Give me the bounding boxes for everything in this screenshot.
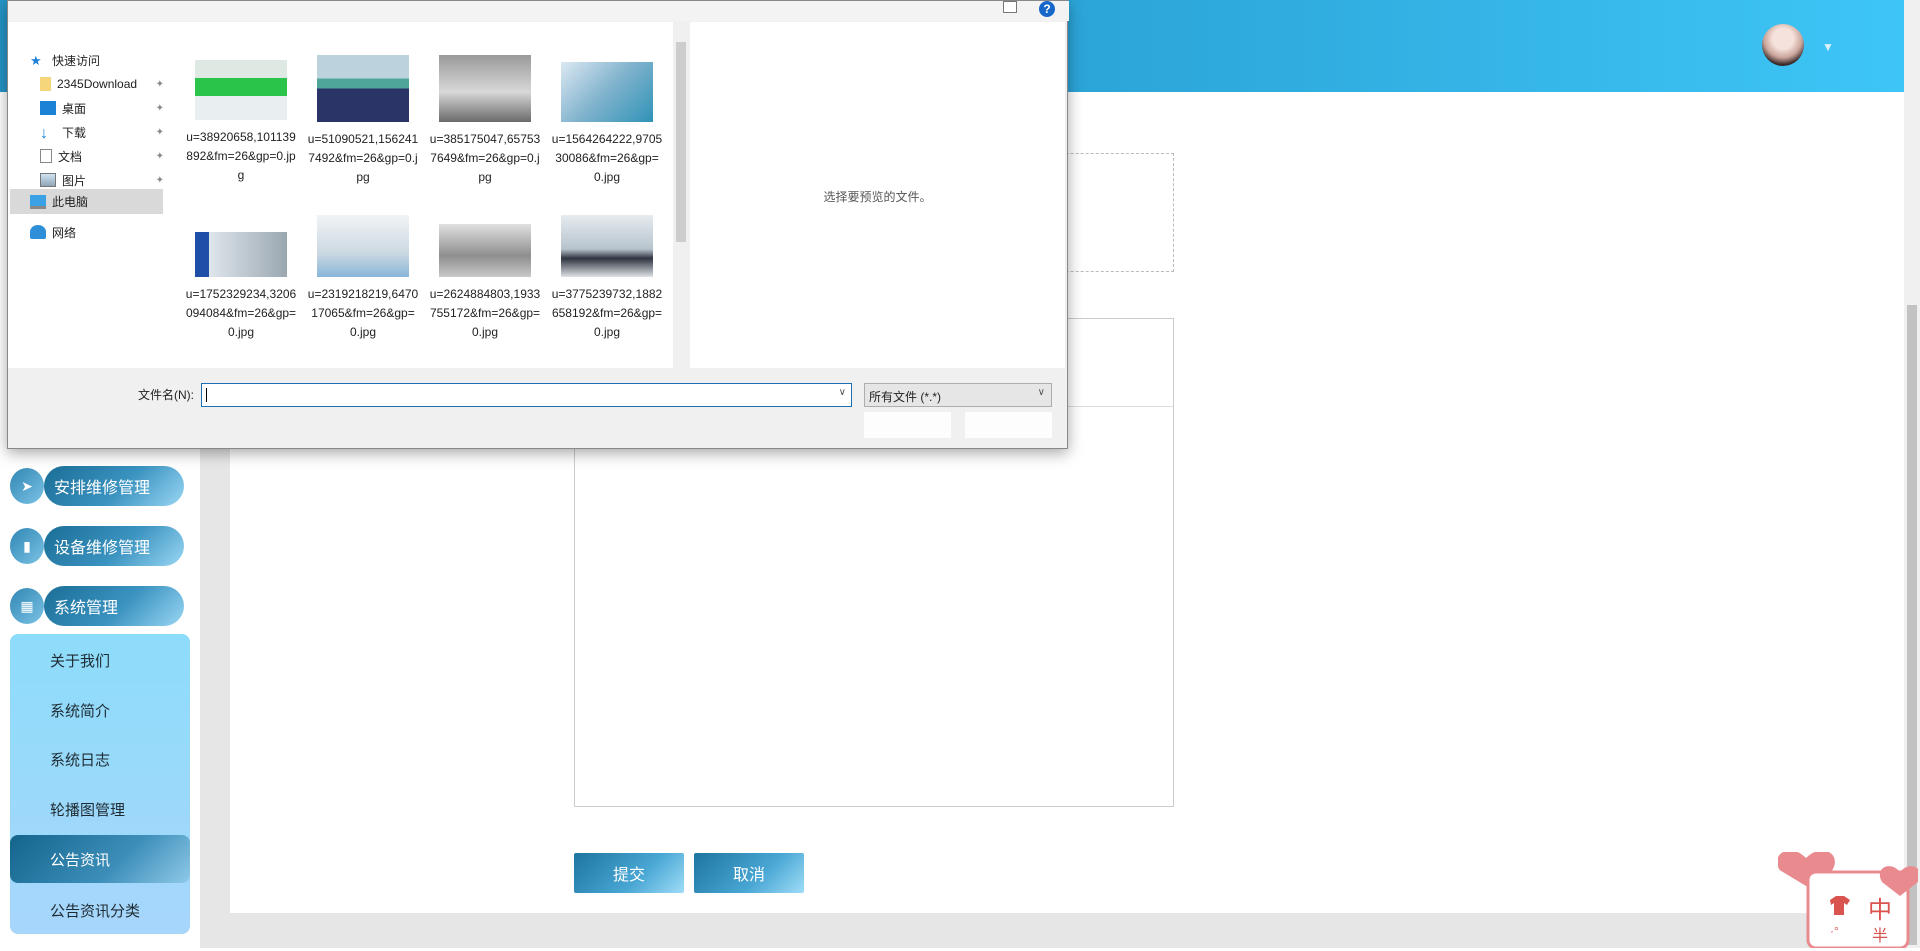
thumbnail — [439, 55, 531, 122]
file-type-select[interactable]: 所有文件 (*.*) ∨ — [864, 383, 1052, 407]
scrollbar-thumb[interactable] — [676, 42, 686, 242]
nav-pictures[interactable]: 图片 ✦ — [40, 169, 170, 191]
submit-button[interactable]: 提交 — [574, 853, 684, 893]
menu-equipment-repair[interactable]: ▮ 设备维修管理 — [10, 526, 185, 566]
file-name: u=1752329234,3206094084&fm=26&gp=0.jpg — [185, 287, 297, 339]
file-name: u=385175047,657537649&fm=26&gp=0.jpg — [429, 132, 541, 184]
dialog-toolbar — [8, 1, 1069, 21]
document-icon — [40, 149, 52, 163]
nav-2345download[interactable]: 2345Download ✦ — [40, 73, 170, 95]
caret-down-icon[interactable]: ▼ — [1822, 40, 1834, 54]
file-item[interactable]: u=3775239732,1882658192&fm=26&gp=0.jpg — [551, 215, 663, 342]
file-item[interactable]: u=38920658,101139892&fm=26&gp=0.jpg — [185, 55, 297, 185]
thumbnail — [561, 62, 653, 122]
nav-label: 快速访问 — [52, 53, 101, 68]
submenu-about[interactable]: 关于我们 — [10, 636, 190, 684]
submenu-announcements[interactable]: 公告资讯 — [10, 835, 190, 883]
scrollbar-thumb[interactable] — [1907, 305, 1917, 945]
thumbnail — [195, 232, 287, 277]
chevron-down-icon[interactable]: ∨ — [839, 387, 846, 398]
submenu-carousel[interactable]: 轮播图管理 — [10, 785, 190, 833]
ime-widget[interactable]: 中 半 ·° — [1777, 850, 1920, 950]
download-icon: ↓ — [40, 125, 48, 142]
system-submenu: 关于我们 系统简介 系统日志 轮播图管理 公告资讯 公告资讯分类 — [10, 634, 190, 934]
file-item[interactable]: u=2319218219,647017065&fm=26&gp=0.jpg — [307, 215, 419, 342]
file-name: u=2624884803,1933755172&fm=26&gp=0.jpg — [429, 287, 541, 339]
thumbnail — [195, 60, 287, 120]
ime-punct: ·° — [1830, 924, 1839, 938]
preview-pane-icon[interactable] — [1003, 1, 1017, 13]
submenu-intro[interactable]: 系统简介 — [10, 686, 190, 734]
thumbnail — [317, 215, 409, 277]
nav-label: 图片 — [62, 173, 87, 188]
nav-downloads[interactable]: ↓ 下载 ✦ — [40, 121, 170, 143]
cancel-button[interactable]: 取消 — [694, 853, 804, 893]
nav-desktop[interactable]: 桌面 ✦ — [40, 97, 170, 119]
file-name: u=2319218219,647017065&fm=26&gp=0.jpg — [307, 287, 419, 339]
page-scrollbar[interactable] — [1904, 0, 1920, 948]
file-name: u=38920658,101139892&fm=26&gp=0.jpg — [186, 130, 296, 182]
file-item[interactable]: u=2624884803,1933755172&fm=26&gp=0.jpg — [429, 215, 541, 342]
pin-icon: ✦ — [155, 102, 164, 114]
open-button[interactable] — [864, 412, 951, 438]
nav-network[interactable]: 网络 — [30, 221, 188, 243]
desktop-icon — [40, 101, 56, 115]
file-item[interactable]: u=385175047,657537649&fm=26&gp=0.jpg — [429, 55, 541, 187]
file-name: u=51090521,1562417492&fm=26&gp=0.jpg — [307, 132, 419, 184]
nav-this-pc[interactable]: 此电脑 — [10, 189, 163, 214]
pin-icon: ✦ — [155, 174, 164, 186]
nav-label: 2345Download — [57, 77, 138, 91]
pictures-icon — [40, 173, 56, 187]
file-item[interactable]: u=1564264222,970530086&fm=26&gp=0.jpg — [551, 55, 663, 187]
thumbnail — [561, 215, 653, 277]
user-avatar[interactable] — [1762, 24, 1804, 66]
file-list: u=38920658,101139892&fm=26&gp=0.jpg u=51… — [173, 22, 673, 368]
star-icon: ★ — [30, 53, 42, 68]
preview-placeholder: 选择要预览的文件。 — [823, 190, 932, 204]
clipboard-icon: ▮ — [10, 528, 44, 564]
pin-icon: ✦ — [155, 78, 164, 90]
file-open-dialog: ? ★ 快速访问 2345Download ✦ 桌面 ✦ ↓ 下载 ✦ 文档 ✦ 图片 ✦ 此… — [7, 0, 1069, 449]
file-item[interactable]: u=51090521,1562417492&fm=26&gp=0.jpg — [307, 55, 419, 187]
navigation-pane: ★ 快速访问 2345Download ✦ 桌面 ✦ ↓ 下载 ✦ 文档 ✦ 图片 ✦ 此电脑… — [8, 22, 173, 368]
menu-label: 设备维修管理 — [44, 526, 184, 566]
chevron-down-icon: ∨ — [1037, 387, 1045, 398]
help-icon[interactable]: ? — [1039, 1, 1055, 17]
file-item[interactable]: u=1752329234,3206094084&fm=26&gp=0.jpg — [185, 215, 297, 342]
ime-width-char: 半 — [1872, 928, 1889, 945]
send-icon: ➤ — [10, 468, 44, 504]
nav-quick-access[interactable]: ★ 快速访问 — [30, 49, 188, 71]
hearts-balloon-icon — [1777, 850, 1920, 950]
grid-icon: ▦ — [10, 588, 44, 624]
nav-label: 桌面 — [62, 101, 87, 116]
filename-label: 文件名(N): — [138, 388, 194, 402]
pin-icon: ✦ — [155, 150, 164, 162]
submenu-log[interactable]: 系统日志 — [10, 735, 190, 783]
nav-label: 下载 — [62, 125, 87, 140]
ime-mode-char: 中 — [1868, 897, 1892, 924]
file-type-value: 所有文件 (*.*) — [869, 390, 942, 404]
menu-label: 系统管理 — [44, 586, 184, 626]
filename-input[interactable]: ∨ — [201, 383, 852, 407]
pin-icon: ✦ — [155, 126, 164, 138]
menu-label: 安排维修管理 — [44, 466, 184, 506]
preview-pane: 选择要预览的文件。 — [690, 22, 1065, 368]
thumbnail — [439, 224, 531, 277]
file-name: u=3775239732,1882658192&fm=26&gp=0.jpg — [551, 287, 663, 339]
network-icon — [30, 225, 46, 239]
submenu-announcement-categories[interactable]: 公告资讯分类 — [10, 886, 190, 934]
file-list-scrollbar[interactable] — [673, 22, 689, 368]
nav-label: 网络 — [52, 225, 77, 240]
folder-icon — [40, 77, 51, 91]
nav-label: 此电脑 — [52, 195, 89, 209]
thumbnail — [317, 55, 409, 122]
menu-repair-schedule[interactable]: ➤ 安排维修管理 — [10, 466, 185, 506]
nav-documents[interactable]: 文档 ✦ — [40, 145, 170, 167]
dialog-cancel-button[interactable] — [965, 412, 1052, 438]
file-name: u=1564264222,970530086&fm=26&gp=0.jpg — [551, 132, 663, 184]
menu-system[interactable]: ▦ 系统管理 — [10, 586, 185, 626]
text-caret — [206, 388, 207, 402]
nav-label: 文档 — [58, 149, 83, 164]
computer-icon — [30, 194, 46, 209]
